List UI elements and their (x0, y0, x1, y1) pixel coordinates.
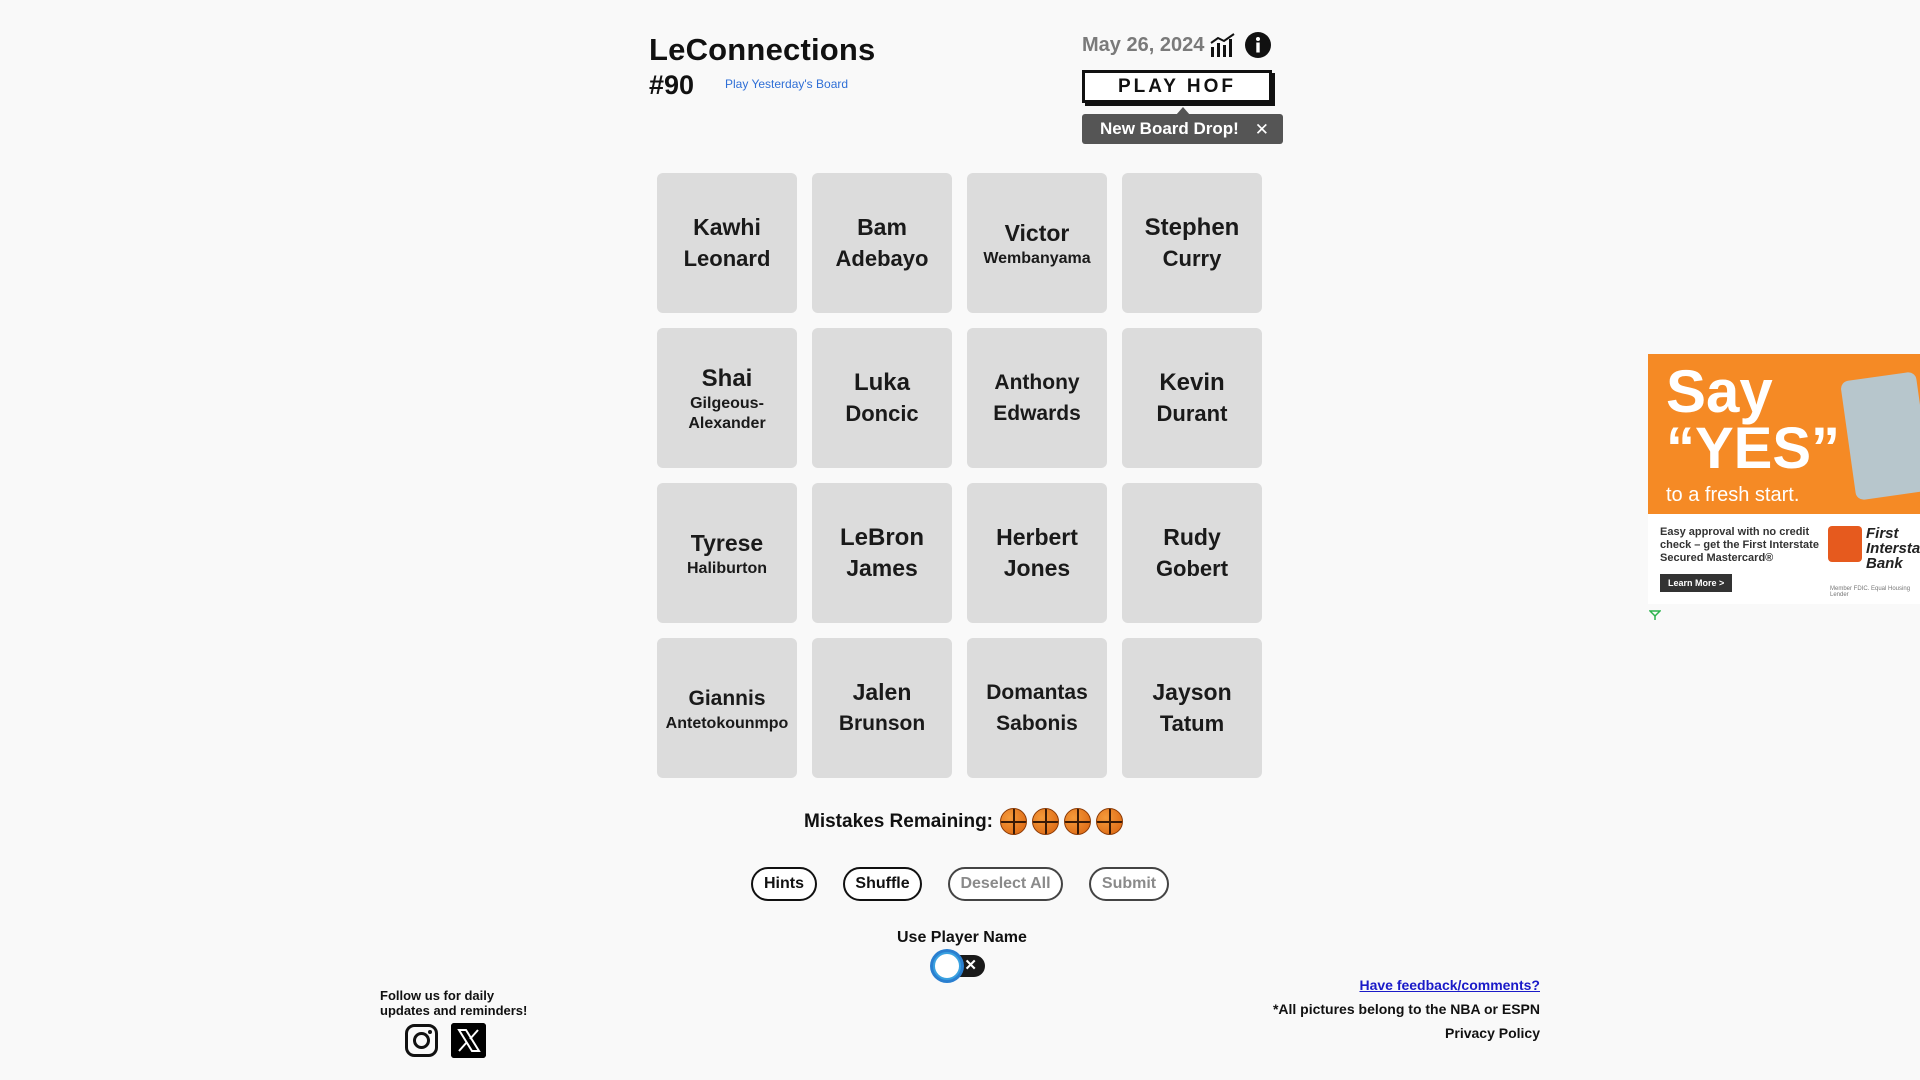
tile-last-name: Adebayo (835, 246, 929, 271)
player-tile[interactable]: Victor Wembanyama (967, 173, 1107, 313)
bank-logo-icon (1828, 526, 1862, 562)
player-tile[interactable]: LeBron James (812, 483, 952, 623)
new-board-toast: New Board Drop! ✕ (1082, 114, 1283, 144)
play-yesterday-link[interactable]: Play Yesterday's Board (725, 77, 848, 91)
toggle-label: Use Player Name (897, 929, 1027, 946)
player-tile[interactable]: Kawhi Leonard (657, 173, 797, 313)
player-tile[interactable]: Giannis Antetokounmpo (657, 638, 797, 778)
tile-first-name: Rudy (1163, 524, 1221, 550)
player-tile[interactable]: Shai Gilgeous-Alexander (657, 328, 797, 468)
player-tile[interactable]: Herbert Jones (967, 483, 1107, 623)
tile-last-name: Antetokounmpo (665, 714, 789, 732)
tile-last-name: Doncic (845, 401, 919, 426)
play-hof-button[interactable]: PLAY HOF (1082, 70, 1272, 103)
tile-last-name: Edwards (993, 402, 1081, 425)
basketball-icon (1032, 808, 1059, 835)
privacy-policy-link[interactable]: Privacy Policy (1445, 1025, 1540, 1041)
player-tile[interactable]: Bam Adebayo (812, 173, 952, 313)
puzzle-date: May 26, 2024 (1082, 34, 1205, 56)
tile-first-name: Bam (857, 214, 907, 240)
app-title: LeConnections (649, 32, 876, 67)
shuffle-button[interactable]: Shuffle (843, 867, 922, 901)
deselect-all-button[interactable]: Deselect All (948, 867, 1063, 901)
close-icon[interactable]: ✕ (1255, 120, 1269, 140)
player-tile[interactable]: Tyrese Haliburton (657, 483, 797, 623)
credits-text: *All pictures belong to the NBA or ESPN (1272, 1001, 1540, 1017)
hints-button[interactable]: Hints (751, 867, 817, 901)
player-tile[interactable]: Domantas Sabonis (967, 638, 1107, 778)
ad-choices-icon[interactable] (1649, 609, 1661, 621)
tile-last-name: Gilgeous-Alexander (688, 394, 766, 432)
tile-first-name: Victor (1004, 219, 1070, 246)
tile-first-name: Jayson (1152, 679, 1232, 705)
toast-text: New Board Drop! (1100, 119, 1239, 138)
player-tile[interactable]: Luka Doncic (812, 328, 952, 468)
tile-first-name: Luka (853, 369, 910, 396)
tile-first-name: Domantas (986, 681, 1088, 704)
submit-button[interactable]: Submit (1089, 867, 1169, 901)
tile-last-name: Leonard (683, 246, 771, 271)
tile-last-name: Wembanyama (983, 249, 1091, 267)
mistakes-remaining: Mistakes Remaining: (804, 808, 1128, 835)
tile-last-name: Jones (1003, 555, 1071, 581)
player-tile[interactable]: Jayson Tatum (1122, 638, 1262, 778)
player-tile[interactable]: Kevin Durant (1122, 328, 1262, 468)
tile-last-name: Curry (1162, 246, 1222, 271)
basketball-icon (1000, 808, 1027, 835)
tile-last-name: James (846, 555, 918, 581)
toggle-off-icon: ✕ (964, 957, 977, 974)
ad-brand: First Interstate Bank (1866, 525, 1920, 572)
player-tile[interactable]: Rudy Gobert (1122, 483, 1262, 623)
instagram-icon[interactable] (404, 1023, 439, 1058)
tile-first-name: Giannis (688, 686, 766, 710)
tile-last-name: Tatum (1159, 711, 1225, 736)
follow-text: Follow us for daily updates and reminder… (380, 988, 528, 1018)
use-player-name-toggle[interactable]: ✕ (933, 952, 985, 980)
tile-first-name: Shai (701, 364, 753, 392)
info-icon[interactable] (1245, 32, 1271, 58)
page: LeConnections #90 Play Yesterday's Board… (0, 0, 1920, 1080)
advertisement[interactable]: Say “YES” to a fresh start. Easy approva… (1648, 354, 1920, 604)
tile-first-name: Herbert (996, 524, 1078, 550)
mistakes-label: Mistakes Remaining: (804, 810, 993, 832)
x-logo-icon[interactable] (451, 1023, 486, 1058)
ad-headline-yes: “YES” (1666, 416, 1841, 481)
tile-last-name: Gobert (1155, 556, 1229, 581)
ad-headline-say: Say (1666, 358, 1773, 425)
ad-learn-more-button[interactable]: Learn More > (1660, 574, 1733, 592)
player-tile[interactable]: Stephen Curry (1122, 173, 1262, 313)
player-grid: Kawhi Leonard Bam Adebayo Victor Wembanyama… (657, 173, 1262, 778)
feedback-link[interactable]: Have feedback/comments? (1359, 977, 1540, 993)
tile-last-name: Sabonis (996, 712, 1078, 735)
tile-first-name: Kevin (1159, 369, 1225, 396)
player-tile[interactable]: Jalen Brunson (812, 638, 952, 778)
tile-first-name: Tyrese (690, 529, 764, 556)
player-tile[interactable]: Anthony Edwards (967, 328, 1107, 468)
basketball-icon (1064, 808, 1091, 835)
tile-first-name: Anthony (994, 371, 1080, 394)
tile-last-name: Durant (1156, 401, 1228, 426)
ad-body-text: Easy approval with no credit check – get… (1660, 526, 1819, 564)
tile-first-name: Stephen (1144, 214, 1240, 241)
tile-last-name: Haliburton (687, 559, 767, 577)
ad-tagline: to a fresh start. (1666, 484, 1800, 506)
tile-first-name: Jalen (852, 679, 912, 705)
puzzle-number: #90 (649, 70, 695, 100)
tile-first-name: LeBron (840, 524, 924, 551)
tile-last-name: Brunson (838, 712, 926, 735)
bar-chart-icon[interactable] (1209, 33, 1237, 58)
tile-first-name: Kawhi (693, 214, 761, 240)
basketball-icon (1096, 808, 1123, 835)
ad-fine-print: Member FDIC. Equal Housing Lender (1830, 586, 1911, 598)
toggle-knob[interactable] (933, 952, 961, 980)
